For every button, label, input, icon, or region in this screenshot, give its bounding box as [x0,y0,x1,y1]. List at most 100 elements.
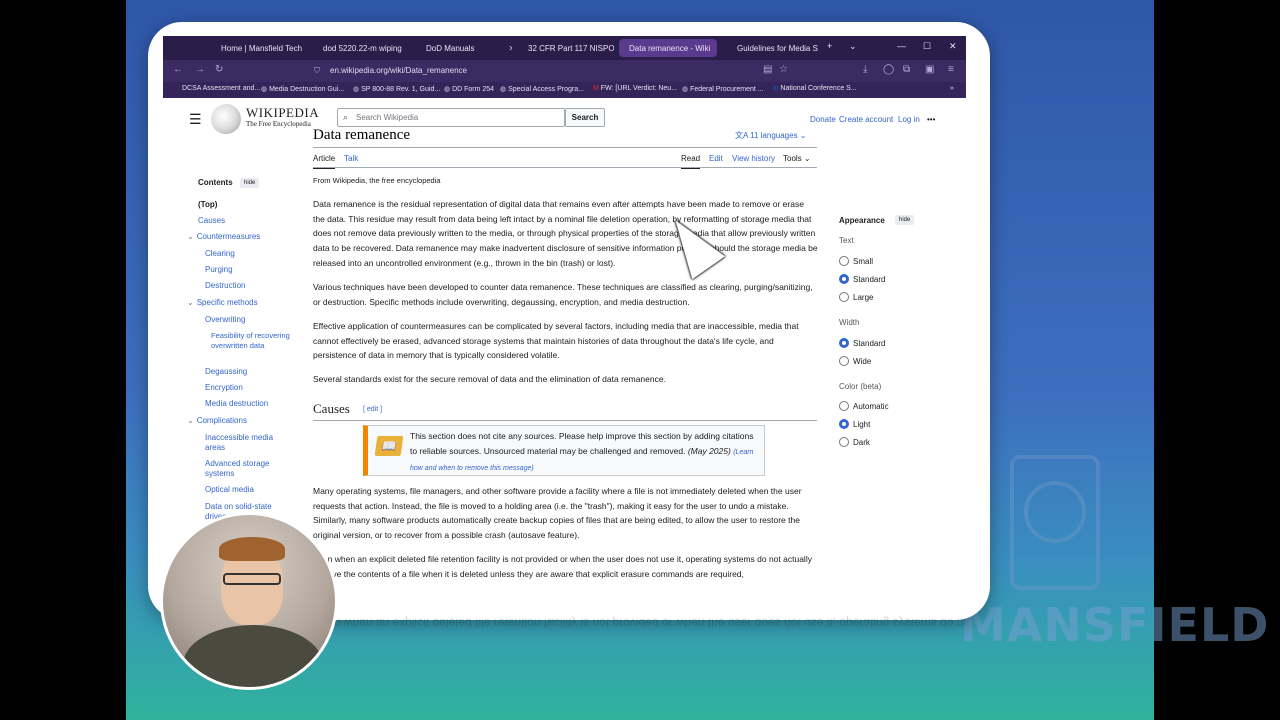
paragraph-standards: Several standards exist for the secure r… [313,374,666,384]
close-icon[interactable]: ✕ [508,44,512,53]
languages-button[interactable]: 文A 11 languages ⌄ [735,130,807,141]
toc-hide-button[interactable]: hide [240,178,260,188]
toc-item[interactable]: Optical media [205,485,254,495]
radio-color-light[interactable] [839,419,849,429]
toc-item[interactable]: Feasibility of recovering overwritten da… [211,331,297,351]
address-bar[interactable]: ⛉ en.wikipedia.org/wiki/Data_remanence [308,62,788,80]
translate-icon: 文A [735,131,751,140]
brand-watermark: MANSFIELD [960,598,1270,652]
tab-view-history[interactable]: View history [732,154,775,163]
site-name[interactable]: WIKIPEDIA [246,105,319,121]
radio-width-wide[interactable] [839,356,849,366]
chevron-down-icon[interactable]: ⌄ [187,298,194,307]
toc-item[interactable]: ⌄ Specific methods [187,298,258,308]
reader-view-icon[interactable]: ▤ [763,64,772,75]
chevron-down-icon[interactable]: ⌄ [187,232,194,241]
radio-label: Dark [853,438,870,447]
bookmark-item[interactable]: M FW: [URL Verdict: Neu... [593,85,677,92]
login-link[interactable]: Log in [898,115,920,124]
radio-color-automatic[interactable] [839,401,849,411]
toc-item[interactable]: Inaccessible media areas [205,433,285,453]
tab-guidelines[interactable]: Guidelines for Media S✕ [731,39,821,57]
width-label: Width [839,318,860,327]
paragraph-retention: Even when an explicit deleted file reten… [313,554,812,579]
bookmark-item[interactable]: ◍ Federal Procurement ... [682,85,764,93]
tab-data-remanence[interactable]: Data remanence - Wiki✕ [619,39,717,57]
radio-text-small[interactable] [839,256,849,266]
radio-label: Standard [853,275,886,284]
tab-home[interactable]: Home | Mansfield Tech✕ [211,39,303,57]
tab-list-icon[interactable]: ⌄ [849,41,857,52]
hard-drive-logo-icon [1010,455,1100,590]
toc-item[interactable]: Destruction [205,281,245,291]
back-icon[interactable]: ← [173,64,183,75]
tab-edit[interactable]: Edit [709,154,723,163]
navigation-bar: ← → ↻ ⛉ en.wikipedia.org/wiki/Data_remane… [163,60,966,82]
notice-date: (May 2025) [687,445,731,456]
profile-icon[interactable]: ▣ [925,64,934,75]
toc-item[interactable]: Purging [205,265,233,275]
bookmark-item[interactable]: ◍ DD Form 254 [444,85,494,93]
chevron-down-icon[interactable]: ⌄ [187,416,194,425]
page-title: Data remanence [313,127,411,143]
bookmark-item[interactable]: ◍ SP 800-88 Rev. 1, Guid... [353,85,440,93]
reload-icon[interactable]: ↻ [215,64,223,75]
radio-label: Light [853,420,871,429]
book-icon: 📖 [374,436,404,456]
toc-title: Contents [198,178,233,187]
main-menu-icon[interactable]: ☰ [189,111,202,128]
minimize-icon[interactable]: — [897,41,906,51]
toc-item[interactable]: Overwriting [205,315,245,325]
search-button[interactable]: Search [565,108,605,127]
create-account-link[interactable]: Create account [839,115,893,124]
site-tagline: The Free Encyclopedia [246,120,311,128]
tab-dod-wiping[interactable]: dod 5220.22-m wiping✕ [313,39,409,57]
new-tab-icon[interactable]: + [827,41,832,51]
close-icon[interactable]: ✕ [408,44,409,53]
tab-cfr[interactable]: 32 CFR Part 117 NISPO✕ [518,39,614,57]
shield-icon: ⛉ [314,66,320,75]
radio-label: Standard [853,339,886,348]
radio-text-standard[interactable] [839,274,849,284]
radio-label: Large [853,293,874,302]
toc-item[interactable]: Degaussing [205,367,247,377]
more-options-icon[interactable]: ••• [927,115,935,124]
donate-link[interactable]: Donate [810,115,836,124]
bookmark-item[interactable]: ◍ Media Destruction Gui... [261,85,344,93]
toc-item[interactable]: Encryption [205,383,243,393]
tools-menu[interactable]: Tools ⌄ [783,154,811,163]
downloads-icon[interactable]: ⤓ [863,64,867,75]
maximize-icon[interactable]: ☐ [923,41,931,52]
toc-item[interactable]: Advanced storage systems [205,459,285,479]
search-input[interactable]: ⌕ Search Wikipedia [337,108,565,127]
toc-item[interactable]: ⌄ Countermeasures [187,232,260,242]
radio-label: Automatic [853,402,889,411]
paragraph-causes: Many operating systems, file managers, a… [313,486,802,541]
toc-item[interactable]: Causes [198,216,225,226]
bookmark-item[interactable]: DCSA Assessment and... [182,85,260,92]
webcam-overlay [160,512,338,690]
bookmark-item[interactable]: in National Conference S... [773,85,857,92]
wikipedia-globe-icon[interactable] [211,104,241,134]
appearance-hide-button[interactable]: hide [895,215,915,225]
close-icon[interactable]: ✕ [716,44,717,53]
app-menu-icon[interactable]: ≡ [948,64,954,75]
forward-icon[interactable]: → [195,64,205,75]
bookmark-star-icon[interactable]: ☆ [779,64,788,75]
toc-item[interactable]: ⌄ Complications [187,416,247,426]
text-size-label: Text [839,236,854,245]
bookmark-item[interactable]: ◍ Special Access Progra... [500,85,584,93]
radio-width-standard[interactable] [839,338,849,348]
tab-dod-manuals[interactable]: DoD Manuals ✕ [416,39,512,57]
window-close-icon[interactable]: ✕ [949,41,957,52]
extensions-icon[interactable]: ⧉ [903,64,910,75]
toc-item[interactable]: (Top) [198,200,217,210]
toc-item[interactable]: Clearing [205,249,235,259]
section-edit-link[interactable]: [ edit ] [363,406,382,413]
radio-text-large[interactable] [839,292,849,302]
more-bookmarks-icon[interactable]: » [950,85,954,92]
toc-item[interactable]: Media destruction [205,399,268,409]
account-icon[interactable]: ◯ [883,64,894,75]
tab-talk[interactable]: Talk [344,154,358,163]
radio-color-dark[interactable] [839,437,849,447]
